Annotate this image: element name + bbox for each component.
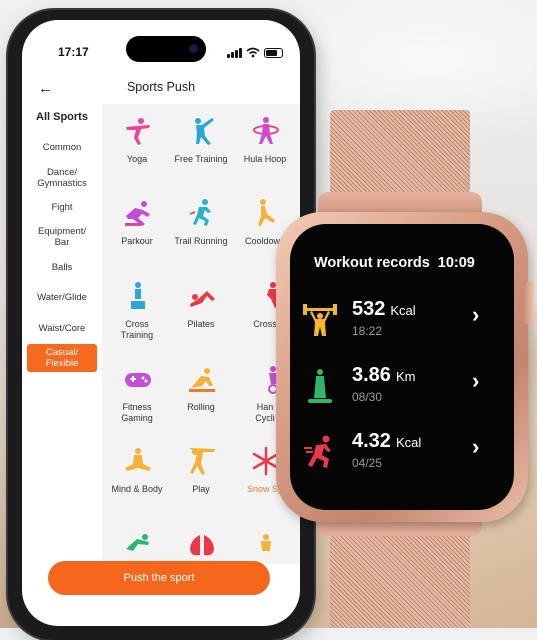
status-icons (227, 47, 287, 60)
free-training-icon (195, 118, 214, 145)
category-fight[interactable]: Fight (24, 202, 100, 213)
elliptical-icon (308, 369, 332, 403)
sport-mind-body[interactable]: Mind & Body (104, 434, 170, 504)
record-value: 4.32 Kcal (352, 430, 422, 452)
chevron-right-icon: › (472, 302, 480, 327)
weightlifting-icon (303, 304, 337, 336)
dynamic-island (126, 36, 206, 62)
kids-icon (261, 534, 271, 551)
sport-stretch[interactable] (104, 517, 170, 564)
signal-icon (227, 48, 243, 58)
cross-training-icon (131, 282, 145, 309)
category-water-glide[interactable]: Water/Glide (24, 292, 100, 303)
sport-kids[interactable] (232, 517, 298, 564)
sport-pilates[interactable]: Pilates (168, 269, 234, 339)
phone-screen: 17:17 ← Sports Push All Sports Common Da… (22, 20, 300, 626)
category-equipment-bar[interactable]: Equipment/ Bar (24, 226, 100, 248)
phone-device: 17:17 ← Sports Push All Sports Common Da… (8, 10, 314, 640)
camera-icon (189, 44, 198, 53)
sport-yoga[interactable]: Yoga (104, 104, 170, 174)
watch-time: 10:09 (437, 255, 475, 271)
sport-free-training[interactable]: Free Training (168, 104, 234, 174)
sport-parkour[interactable]: Parkour (104, 186, 170, 256)
mind-body-icon (125, 448, 151, 471)
chevron-right-icon: › (472, 434, 480, 459)
gamepad-icon (125, 373, 151, 387)
record-date: 18:22 (352, 324, 383, 338)
category-balls[interactable]: Balls (24, 262, 100, 273)
sport-rolling[interactable]: Rolling (168, 352, 234, 422)
workout-record-1[interactable]: 532 Kcal 18:22 › (290, 296, 514, 356)
chevron-right-icon: › (472, 368, 480, 393)
workout-record-3[interactable]: 4.32 Kcal 04/25 › (290, 428, 514, 488)
push-sport-button[interactable]: Push the sport (48, 561, 270, 595)
status-time: 17:17 (58, 45, 89, 59)
page-title: Sports Push (126, 80, 196, 94)
stretch-icon (126, 534, 149, 551)
category-common[interactable]: Common (24, 142, 100, 153)
sports-grid: Yoga Free Training Hula Hoop Parkour Tra… (102, 104, 300, 564)
record-date: 04/25 (352, 456, 383, 470)
cooldown-icon (258, 199, 275, 226)
watch-header: Workout records 10:09 (314, 255, 475, 271)
sport-label: Hula Hoop (243, 154, 287, 164)
category-dance-gymnastics[interactable]: Dance/ Gymnastics (24, 167, 100, 189)
parkour-icon (125, 201, 150, 226)
lungs-icon (190, 535, 214, 556)
sport-play[interactable]: Play (168, 434, 234, 504)
trail-running-icon (189, 199, 211, 226)
watch-title: Workout records (314, 255, 430, 271)
category-all-sports[interactable]: All Sports (24, 112, 100, 123)
category-sidebar: All Sports Common Dance/ Gymnastics Figh… (22, 104, 102, 564)
watch-crown[interactable] (524, 282, 534, 324)
sport-lungs[interactable] (168, 517, 234, 564)
pilates-icon (190, 291, 215, 307)
sport-fitness-gaming[interactable]: Fitness Gaming (104, 352, 170, 423)
record-value: 532 Kcal (352, 298, 416, 320)
category-casual-flexible[interactable]: Casual/ Flexible (27, 344, 97, 372)
hula-hoop-icon (253, 117, 279, 144)
yoga-icon (126, 118, 150, 145)
battery-icon (264, 48, 283, 58)
sport-trail-running[interactable]: Trail Running (168, 186, 234, 256)
status-bar: 17:17 (22, 20, 300, 66)
category-waist-core[interactable]: Waist/Core (24, 323, 100, 334)
sport-hula-hoop[interactable]: Hula Hoop (232, 104, 298, 174)
running-icon (304, 435, 331, 468)
sport-cross-training[interactable]: Cross Training (104, 269, 170, 340)
watch-screen: Workout records 10:09 532 Kcal 18:22 › 3.8… (290, 224, 514, 510)
play-icon (189, 448, 215, 475)
wifi-icon (246, 47, 260, 58)
workout-record-2[interactable]: 3.86 Km 08/30 › (290, 362, 514, 422)
record-value: 3.86 Km (352, 364, 416, 386)
rolling-icon (189, 368, 215, 392)
record-date: 08/30 (352, 390, 383, 404)
